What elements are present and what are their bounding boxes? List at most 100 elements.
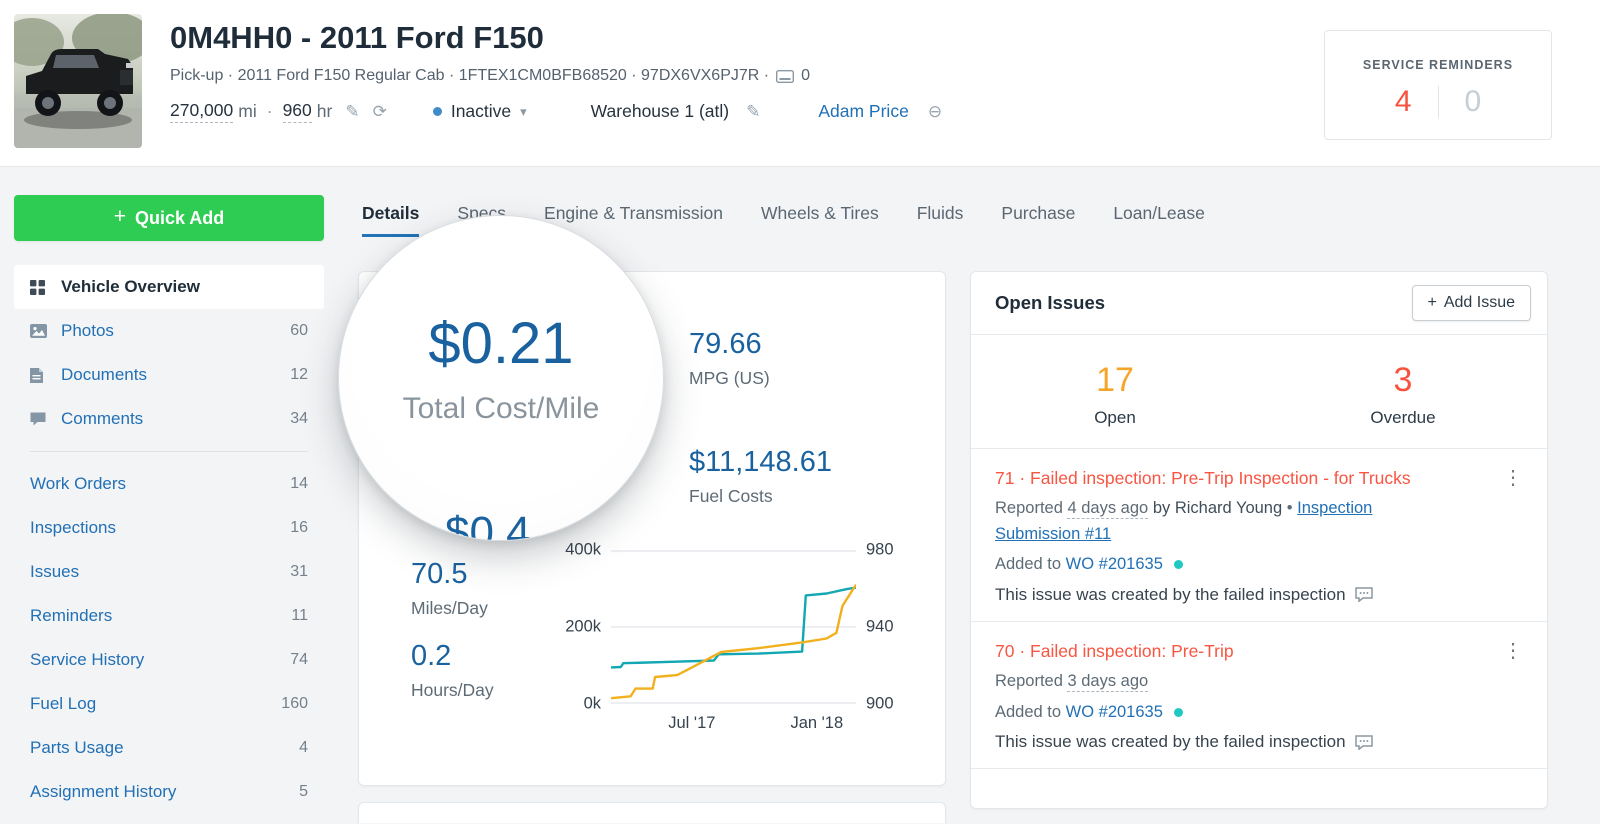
sidebar-item-count: 16 (290, 519, 308, 537)
edit-meters-icon[interactable]: ✎ (345, 103, 359, 120)
issue-note-text: This issue was created by the failed ins… (995, 585, 1346, 605)
grid-icon (30, 280, 48, 295)
sidebar-item-inspections[interactable]: Inspections 16 (14, 506, 324, 550)
stat-miles-per-day-value: 70.5 (411, 558, 488, 591)
service-reminders-box[interactable]: SERVICE REMINDERS 4 0 (1324, 30, 1552, 140)
comment-bubble-icon (1355, 735, 1373, 750)
tab-details[interactable]: Details (362, 203, 419, 237)
sidebar-item-label: Work Orders (30, 474, 290, 494)
sidebar-item-label: Fuel Log (30, 694, 281, 714)
issues-overdue-summary[interactable]: 3 Overdue (1259, 361, 1547, 428)
tab-loan-lease[interactable]: Loan/Lease (1113, 203, 1204, 237)
status-dot-icon (433, 107, 442, 116)
sidebar-item-vehicle-overview[interactable]: Vehicle Overview (14, 265, 324, 309)
issue-list-item: 71 · Failed inspection: Pre-Trip Inspect… (971, 449, 1547, 622)
refresh-meters-icon[interactable]: ⟳ (373, 103, 387, 120)
axis-tick: 0k (584, 695, 601, 714)
sidebar-item-label: Service History (30, 650, 290, 670)
sidebar-item-parts-usage[interactable]: Parts Usage 4 (14, 726, 324, 770)
sidebar-item-work-orders[interactable]: Work Orders 14 (14, 462, 324, 506)
axis-tick: Jul '17 (668, 714, 715, 733)
sidebar-item-label: Documents (61, 365, 290, 385)
next-card-partial (358, 802, 946, 823)
odometer-value[interactable]: 270,000 (170, 100, 233, 123)
service-reminders-values: 4 0 (1325, 85, 1551, 119)
sidebar-item-documents[interactable]: Documents 12 (14, 353, 324, 397)
sidebar-item-label: Assignment History (30, 782, 299, 802)
sidebar-item-label: Vehicle Overview (61, 277, 308, 297)
sidebar-item-label: Photos (61, 321, 290, 341)
lens-stat-label: Total Cost/Mile (339, 392, 663, 426)
tab-wheels-tires[interactable]: Wheels & Tires (761, 203, 879, 237)
sidebar-item-count: 5 (299, 783, 308, 801)
sidebar: + Quick Add Vehicle Overview Photos 60 (14, 195, 324, 823)
vehicle-subtitle-row: Pick-up · 2011 Ford F150 Regular Cab · 1… (170, 67, 1308, 85)
issues-open-summary[interactable]: 17 Open (971, 361, 1259, 428)
add-issue-button[interactable]: + Add Issue (1412, 285, 1532, 321)
chart-right-axis: 980 940 900 (866, 550, 908, 704)
chart-left-axis: 400k 200k 0k (545, 550, 601, 704)
work-order-link[interactable]: WO #201635 (1066, 703, 1163, 721)
hours-unit: hr (317, 101, 333, 122)
location-group: Warehouse 1 (atl) ✎ (591, 101, 761, 122)
meter-separator: · (267, 101, 273, 122)
sidebar-item-photos[interactable]: Photos 60 (14, 309, 324, 353)
reported-time[interactable]: 3 days ago (1067, 672, 1148, 692)
chart-plot-area (611, 550, 856, 704)
sidebar-item-service-history[interactable]: Service History 74 (14, 638, 324, 682)
tab-fluids[interactable]: Fluids (917, 203, 964, 237)
work-order-link[interactable]: WO #201635 (1066, 555, 1163, 573)
edit-location-icon[interactable]: ✎ (746, 103, 760, 120)
plus-icon: + (1428, 294, 1437, 312)
issues-open-count: 17 (971, 361, 1259, 400)
issue-title-link[interactable]: 70 · Failed inspection: Pre-Trip (995, 638, 1435, 664)
issues-summary: 17 Open 3 Overdue (971, 335, 1547, 449)
sidebar-item-comments[interactable]: Comments 34 (14, 397, 324, 441)
odometer-unit: mi (238, 101, 256, 122)
sidebar-divider (30, 451, 308, 452)
reported-time[interactable]: 4 days ago (1067, 499, 1148, 519)
tab-purchase[interactable]: Purchase (1001, 203, 1075, 237)
kebab-menu-icon[interactable]: ⋮ (1493, 634, 1533, 667)
added-prefix: Added to (995, 703, 1061, 721)
series-miles-line (611, 588, 856, 668)
status-dropdown[interactable]: Inactive ▾ (433, 101, 527, 122)
sidebar-item-assignment-history[interactable]: Assignment History 5 (14, 770, 324, 814)
axis-tick: 900 (866, 695, 894, 714)
service-reminders-label: SERVICE REMINDERS (1325, 58, 1551, 72)
sidebar-item-label: Issues (30, 562, 290, 582)
vehicle-header: 0M4HH0 - 2011 Ford F150 Pick-up · 2011 F… (0, 0, 1600, 167)
issues-overdue-count: 3 (1259, 361, 1547, 400)
sidebar-item-count: 60 (290, 322, 308, 340)
sidebar-nav: Vehicle Overview Photos 60 Documents 12 (14, 265, 324, 814)
comment-icon (30, 412, 48, 426)
chevron-down-icon: ▾ (520, 104, 527, 120)
main-area: Details Specs Engine & Transmission Whee… (358, 195, 1600, 823)
operator-link[interactable]: Adam Price (818, 101, 908, 122)
reported-prefix: Reported (995, 672, 1063, 690)
stat-mpg-value: 79.66 (689, 328, 770, 361)
hours-value[interactable]: 960 (283, 100, 312, 123)
work-order-status-dot (1174, 560, 1183, 569)
linked-vehicle-icon (776, 70, 794, 83)
sidebar-item-reminders[interactable]: Reminders 11 (14, 594, 324, 638)
remove-operator-icon[interactable]: ⊖ (928, 103, 942, 120)
sidebar-item-count: 34 (290, 410, 308, 428)
cards-row: 79.66 MPG (US) $11,148.61 Fuel Costs 70.… (358, 271, 1600, 823)
sidebar-item-fuel-log[interactable]: Fuel Log 160 (14, 682, 324, 726)
issue-note-line: This issue was created by the failed ins… (995, 585, 1523, 605)
lens-stat-value: $0.21 (339, 310, 663, 377)
quick-add-button[interactable]: + Quick Add (14, 195, 324, 241)
kebab-menu-icon[interactable]: ⋮ (1493, 461, 1533, 494)
sidebar-item-issues[interactable]: Issues 31 (14, 550, 324, 594)
sidebar-item-label: Parts Usage (30, 738, 299, 758)
stat-mpg-label: MPG (US) (689, 368, 770, 389)
sidebar-item-label: Comments (61, 409, 290, 429)
issue-added-line: Added to WO #201635 (995, 700, 1435, 726)
meter-row: 270,000 mi · 960 hr ✎ ⟳ Inactive ▾ Wareh… (170, 100, 1308, 123)
add-issue-label: Add Issue (1444, 294, 1515, 312)
open-issues-title: Open Issues (995, 292, 1105, 314)
stat-miles-per-day: 70.5 Miles/Day (411, 558, 488, 619)
vehicle-photo[interactable] (14, 14, 142, 148)
issue-title-link[interactable]: 71 · Failed inspection: Pre-Trip Inspect… (995, 465, 1435, 491)
